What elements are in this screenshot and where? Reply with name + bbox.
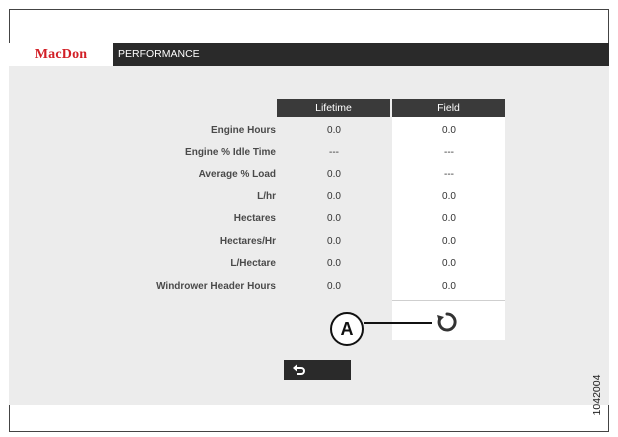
lifetime-average-load: 0.0 xyxy=(327,169,341,180)
field-engine-idle-time: --- xyxy=(444,147,454,158)
row-label-hectares-hr: Hectares/Hr xyxy=(219,236,276,247)
reset-field-button[interactable] xyxy=(434,309,460,335)
field-hectares-hr: 0.0 xyxy=(442,236,456,247)
row-label-l-hr: L/hr xyxy=(257,191,276,202)
lifetime-l-hectare: 0.0 xyxy=(327,258,341,269)
lifetime-engine-hours: 0.0 xyxy=(327,125,341,136)
column-header-field: Field xyxy=(392,99,505,117)
field-engine-hours: 0.0 xyxy=(442,125,456,136)
row-label-hectares: Hectares xyxy=(233,213,276,224)
reset-divider xyxy=(392,300,505,301)
lifetime-engine-idle-time: --- xyxy=(329,147,339,158)
callout-a: A xyxy=(330,312,364,346)
row-label-windrower-header-hours: Windrower Header Hours xyxy=(156,281,276,292)
field-average-load: --- xyxy=(444,169,454,180)
row-label-l-hectare: L/Hectare xyxy=(230,258,276,269)
lifetime-windrower-header-hours: 0.0 xyxy=(327,281,341,292)
back-arrow-icon xyxy=(293,364,305,375)
figure-number-text: 1042004 xyxy=(591,374,603,416)
row-label-average-load: Average % Load xyxy=(198,169,276,180)
column-header-lifetime: Lifetime xyxy=(277,99,390,117)
header-bar: MacDon PERFORMANCE xyxy=(9,43,609,66)
macdon-logo: MacDon xyxy=(9,43,113,66)
row-label-engine-idle-time: Engine % Idle Time xyxy=(185,147,276,158)
field-l-hr: 0.0 xyxy=(442,191,456,202)
field-l-hectare: 0.0 xyxy=(442,258,456,269)
lifetime-l-hr: 0.0 xyxy=(327,191,341,202)
performance-screen xyxy=(9,43,609,405)
figure-number: 1042004 xyxy=(590,360,604,430)
callout-leader-line xyxy=(364,322,432,324)
page-title: PERFORMANCE xyxy=(118,48,200,60)
lifetime-hectares: 0.0 xyxy=(327,213,341,224)
reset-icon xyxy=(437,312,457,332)
field-hectares: 0.0 xyxy=(442,213,456,224)
field-windrower-header-hours: 0.0 xyxy=(442,281,456,292)
row-label-engine-hours: Engine Hours xyxy=(210,125,276,136)
lifetime-hectares-hr: 0.0 xyxy=(327,236,341,247)
back-button[interactable] xyxy=(284,360,351,380)
